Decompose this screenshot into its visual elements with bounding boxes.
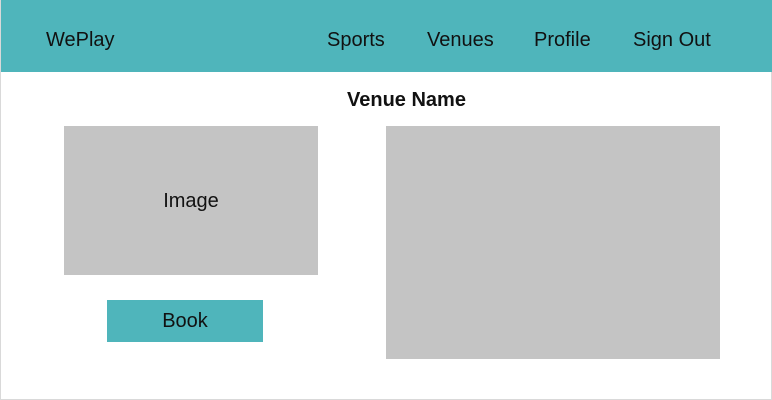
- nav-link-sports[interactable]: Sports: [327, 28, 385, 52]
- app-frame: WePlay Sports Venues Profile Sign Out Ve…: [0, 0, 772, 400]
- nav-link-venues[interactable]: Venues: [427, 28, 494, 52]
- top-navbar: WePlay Sports Venues Profile Sign Out: [1, 0, 772, 72]
- brand-logo[interactable]: WePlay: [46, 28, 115, 52]
- nav-link-profile[interactable]: Profile: [534, 28, 591, 52]
- venue-details-panel: [386, 126, 720, 359]
- venue-name-title: Venue Name: [347, 89, 466, 111]
- book-button[interactable]: Book: [107, 300, 263, 342]
- image-placeholder-label: Image: [163, 189, 219, 212]
- nav-link-sign-out[interactable]: Sign Out: [633, 28, 711, 52]
- venue-image-placeholder: Image: [64, 126, 318, 275]
